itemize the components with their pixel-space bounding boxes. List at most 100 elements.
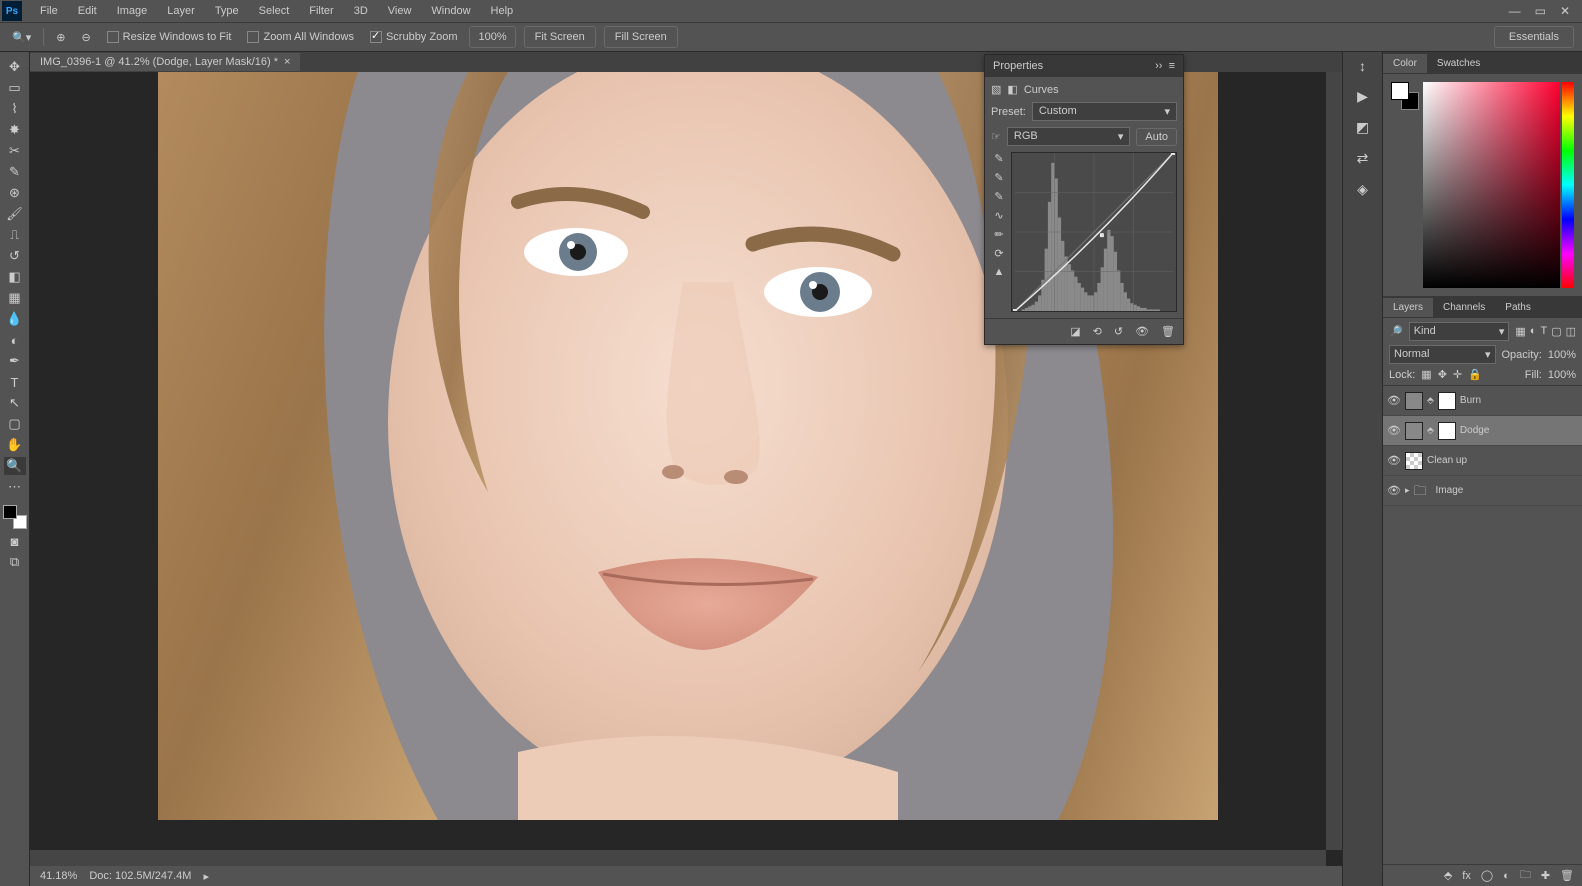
visibility-toggle-icon[interactable]: 👁 bbox=[1387, 454, 1401, 467]
curves-graph[interactable] bbox=[1011, 152, 1177, 312]
fill-screen-button[interactable]: Fill Screen bbox=[604, 26, 678, 48]
menu-window[interactable]: Window bbox=[421, 2, 480, 20]
curves-clip-icon[interactable]: ▲ bbox=[994, 266, 1005, 278]
menu-image[interactable]: Image bbox=[107, 2, 158, 20]
filter-pixel-icon[interactable]: ▦ bbox=[1515, 325, 1525, 338]
expand-group-icon[interactable]: ▸ bbox=[1405, 485, 1410, 496]
properties-panel[interactable]: Properties ›› ≡ ▧ ◧ Curves Preset: Custo… bbox=[984, 54, 1184, 345]
layer-row[interactable]: 👁Clean up bbox=[1383, 446, 1582, 476]
menu-edit[interactable]: Edit bbox=[68, 2, 107, 20]
dodge-tool-icon[interactable]: ◐ bbox=[4, 331, 26, 349]
filter-adjust-icon[interactable]: ◐ bbox=[1530, 325, 1537, 338]
layer-row[interactable]: 👁⬘Dodge bbox=[1383, 416, 1582, 446]
filter-smart-icon[interactable]: ◫ bbox=[1566, 325, 1576, 338]
tab-paths[interactable]: Paths bbox=[1495, 298, 1541, 317]
collapse-panel-icon[interactable]: ›› bbox=[1155, 60, 1162, 72]
channel-select[interactable]: RGB▾ bbox=[1007, 127, 1130, 146]
menu-view[interactable]: View bbox=[378, 2, 422, 20]
healing-tool-icon[interactable]: ⊛ bbox=[4, 184, 26, 202]
blur-tool-icon[interactable]: 💧 bbox=[4, 310, 26, 328]
eraser-tool-icon[interactable]: ◧ bbox=[4, 268, 26, 286]
move-tool-icon[interactable]: ✥ bbox=[4, 58, 26, 76]
adjustments-panel-icon[interactable]: ◩ bbox=[1356, 119, 1369, 136]
workspace-switcher[interactable]: Essentials bbox=[1494, 26, 1574, 48]
status-menu-icon[interactable]: ▸ bbox=[203, 870, 209, 883]
history-panel-icon[interactable]: ↕ bbox=[1359, 58, 1366, 74]
zoom-out-icon[interactable]: ⊖ bbox=[77, 29, 94, 46]
layer-fx-icon[interactable]: fx bbox=[1462, 870, 1471, 882]
document-tab[interactable]: IMG_0396-1 @ 41.2% (Dodge, Layer Mask/16… bbox=[30, 53, 300, 71]
lock-position-icon[interactable]: ✥ bbox=[1438, 368, 1447, 381]
menu-type[interactable]: Type bbox=[205, 2, 249, 20]
visibility-toggle-icon[interactable]: 👁 bbox=[1387, 394, 1401, 407]
tab-channels[interactable]: Channels bbox=[1433, 298, 1495, 317]
stamp-tool-icon[interactable]: ⎍ bbox=[4, 226, 26, 244]
lock-pixels-icon[interactable]: ▦ bbox=[1421, 368, 1431, 381]
lock-all-icon[interactable]: 🔒 bbox=[1468, 368, 1482, 381]
brush-tool-icon[interactable]: 🖌 bbox=[4, 205, 26, 223]
color-fgbg[interactable] bbox=[1391, 82, 1417, 288]
zoom-tool-icon[interactable]: 🔍 bbox=[4, 457, 26, 475]
opacity-value[interactable]: 100% bbox=[1548, 349, 1576, 361]
tab-color[interactable]: Color bbox=[1383, 54, 1427, 73]
maximize-icon[interactable]: ▭ bbox=[1535, 4, 1546, 18]
resize-windows-checkbox[interactable]: Resize Windows to Fit bbox=[103, 31, 236, 43]
filter-shape-icon[interactable]: ▢ bbox=[1551, 325, 1561, 338]
gradient-tool-icon[interactable]: ▦ bbox=[4, 289, 26, 307]
group-icon[interactable]: 🗀 bbox=[1520, 866, 1531, 885]
fg-bg-colors[interactable] bbox=[3, 505, 27, 529]
horizontal-scrollbar[interactable] bbox=[30, 850, 1326, 866]
curves-pencil-icon[interactable]: ✏ bbox=[994, 228, 1003, 241]
quickselect-tool-icon[interactable]: ✸ bbox=[4, 121, 26, 139]
zoom-tool-icon[interactable]: 🔍▾ bbox=[8, 29, 35, 46]
visibility-toggle-icon[interactable]: 👁 bbox=[1387, 424, 1401, 437]
layer-mask-icon[interactable]: ◯ bbox=[1481, 869, 1493, 882]
pen-tool-icon[interactable]: ✒ bbox=[4, 352, 26, 370]
type-tool-icon[interactable]: T bbox=[4, 373, 26, 391]
curves-sample-icon[interactable]: ✎ bbox=[994, 152, 1003, 165]
delete-layer-icon[interactable]: 🗑 bbox=[1560, 869, 1574, 882]
hue-slider[interactable] bbox=[1562, 82, 1574, 288]
actions-panel-icon[interactable]: ▶ bbox=[1357, 88, 1368, 105]
zoom-in-icon[interactable]: ⊕ bbox=[52, 29, 69, 46]
paragraph-panel-icon[interactable]: ⇄ bbox=[1357, 150, 1369, 167]
toggle-visibility-icon[interactable]: 👁 bbox=[1135, 325, 1149, 338]
scrubby-zoom-checkbox[interactable]: Scrubby Zoom bbox=[366, 31, 462, 43]
fill-value[interactable]: 100% bbox=[1548, 369, 1576, 381]
adjustment-layer-icon[interactable]: ◐ bbox=[1503, 870, 1510, 882]
panel-menu-icon[interactable]: ≡ bbox=[1169, 60, 1175, 72]
menu-layer[interactable]: Layer bbox=[157, 2, 205, 20]
quickmask-icon[interactable]: ◙ bbox=[4, 532, 26, 550]
lasso-tool-icon[interactable]: ⌇ bbox=[4, 100, 26, 118]
close-tab-icon[interactable]: × bbox=[284, 56, 290, 68]
filter-kind-select[interactable]: Kind▾ bbox=[1409, 322, 1510, 341]
targeted-adjust-icon[interactable]: ☞ bbox=[991, 130, 1001, 143]
auto-button[interactable]: Auto bbox=[1136, 128, 1177, 146]
blend-mode-select[interactable]: Normal▾ bbox=[1389, 345, 1496, 364]
link-layers-icon[interactable]: ⬘ bbox=[1444, 869, 1452, 882]
eyedropper-tool-icon[interactable]: ✎ bbox=[4, 163, 26, 181]
path-select-tool-icon[interactable]: ↖ bbox=[4, 394, 26, 412]
minimize-icon[interactable]: — bbox=[1509, 4, 1521, 18]
curves-edit-icon[interactable]: ∿ bbox=[994, 209, 1003, 222]
properties-header[interactable]: Properties ›› ≡ bbox=[985, 55, 1183, 77]
preset-select[interactable]: Custom▾ bbox=[1032, 102, 1177, 121]
zoom-all-checkbox[interactable]: Zoom All Windows bbox=[243, 31, 357, 43]
history-brush-tool-icon[interactable]: ↺ bbox=[4, 247, 26, 265]
edit-toolbar-icon[interactable]: ⋯ bbox=[4, 478, 26, 496]
hand-tool-icon[interactable]: ✋ bbox=[4, 436, 26, 454]
clip-to-layer-icon[interactable]: ◪ bbox=[1070, 325, 1080, 338]
tab-layers[interactable]: Layers bbox=[1383, 298, 1433, 317]
reset-icon[interactable]: ↺ bbox=[1114, 325, 1123, 338]
status-zoom[interactable]: 41.18% bbox=[40, 870, 77, 882]
layer-row[interactable]: 👁▸🗀Image bbox=[1383, 476, 1582, 506]
filter-type-icon[interactable]: T bbox=[1540, 325, 1547, 338]
curves-smooth-icon[interactable]: ⟳ bbox=[994, 247, 1003, 260]
view-previous-icon[interactable]: ⟲ bbox=[1093, 325, 1102, 338]
menu-3d[interactable]: 3D bbox=[344, 2, 378, 20]
visibility-toggle-icon[interactable]: 👁 bbox=[1387, 484, 1401, 497]
menu-filter[interactable]: Filter bbox=[299, 2, 343, 20]
zoom-100-button[interactable]: 100% bbox=[469, 26, 515, 48]
shape-tool-icon[interactable]: ▢ bbox=[4, 415, 26, 433]
vertical-scrollbar[interactable] bbox=[1326, 72, 1342, 850]
